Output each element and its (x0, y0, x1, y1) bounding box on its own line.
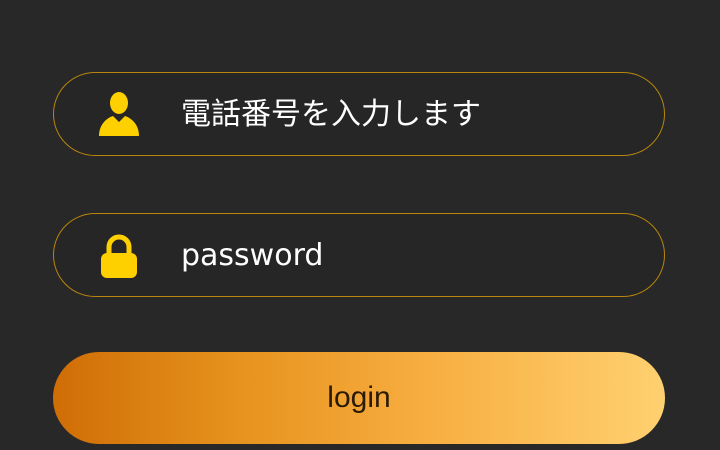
password-field[interactable] (53, 213, 665, 297)
phone-field[interactable] (53, 72, 665, 156)
password-input[interactable] (181, 214, 634, 296)
lock-icon (95, 231, 143, 279)
login-button[interactable]: login (53, 352, 665, 444)
user-icon (95, 90, 143, 138)
login-screen: login (0, 0, 720, 450)
phone-input[interactable] (181, 73, 634, 155)
